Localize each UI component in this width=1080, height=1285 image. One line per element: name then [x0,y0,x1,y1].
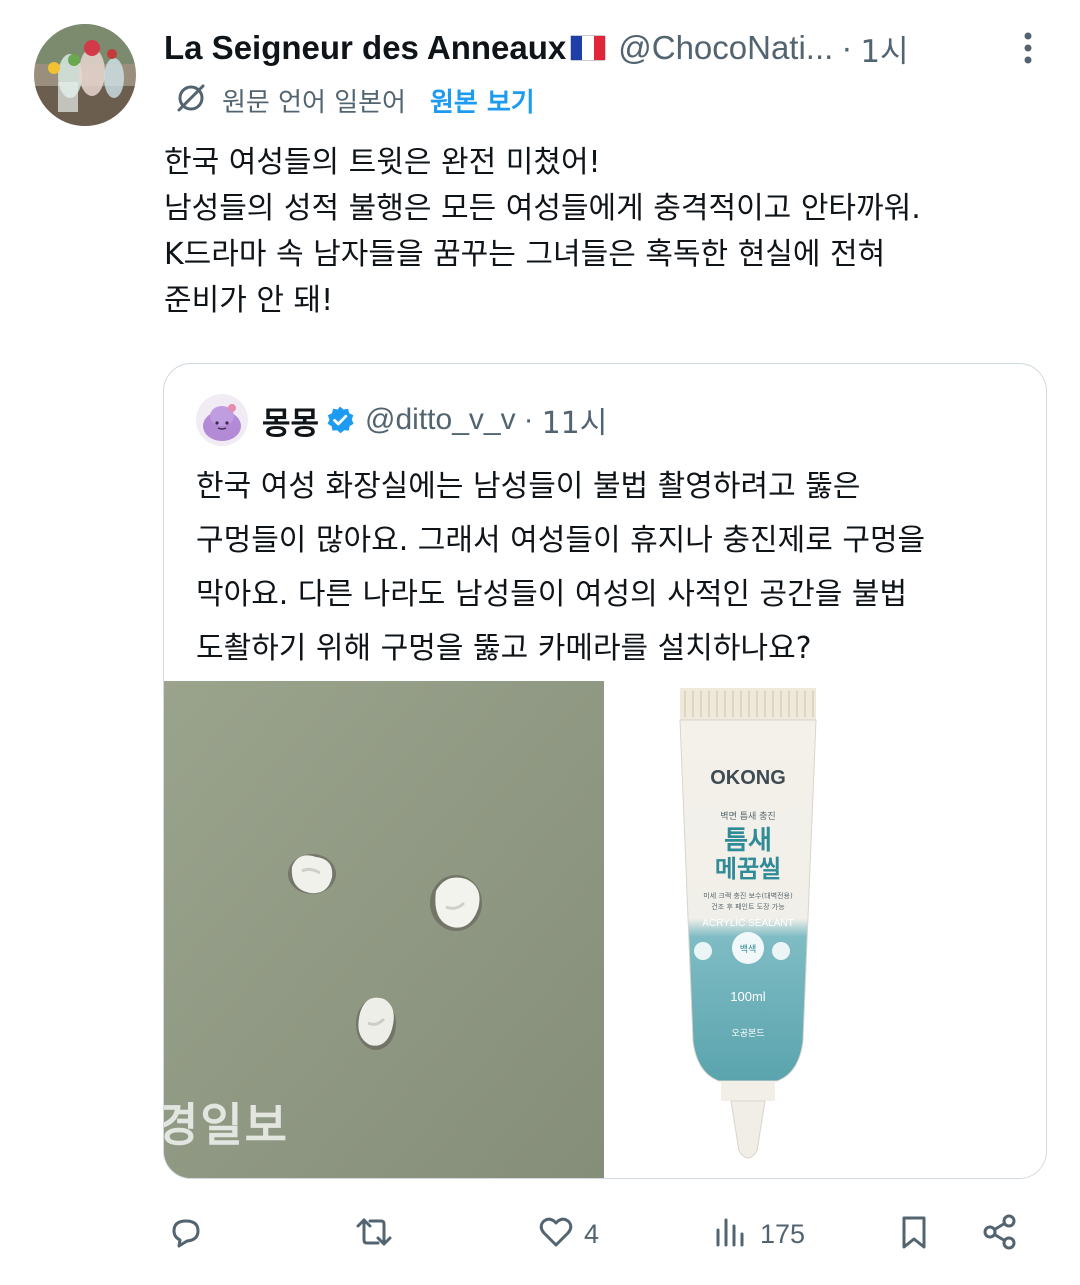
tweet-time[interactable]: 1시 [860,26,908,71]
separator-dot: · [841,29,853,66]
author-avatar[interactable] [34,24,136,126]
bookmark-icon [894,1212,934,1256]
product-volume: 100ml [730,989,766,1004]
product-maker: 오공본드 [731,1028,764,1039]
quote-header: 몽몽 @ditto_v_v · 11시 [196,392,607,448]
author-handle[interactable]: @ChocoNati... [618,29,833,67]
views-button[interactable]: 175 [712,1206,805,1262]
views-count: 175 [760,1218,806,1249]
product-color-badge: 백색 [740,944,757,955]
like-count: 4 [584,1218,600,1249]
original-language-label: 원문 언어 일본어 [222,87,406,118]
france-flag-icon [570,35,607,61]
quote-media-wall-photo[interactable]: 경일보 [164,681,604,1178]
show-original-link[interactable]: 원본 보기 [430,82,535,119]
product-title-line1: 틈새 [724,826,772,856]
share-button[interactable] [980,1206,1020,1262]
news-watermark: 경일보 [164,1098,289,1152]
retweet-button[interactable] [354,1206,402,1262]
product-small-text: 벽면 틈새 충진 [720,811,775,822]
bookmark-button[interactable] [894,1206,934,1262]
author-display-name[interactable]: La Seigneur des Anneaux [164,29,566,67]
reply-button[interactable] [166,1206,214,1262]
quote-author-display-name[interactable]: 몽몽 [262,398,319,443]
like-button[interactable]: 4 [536,1206,599,1262]
retweet-icon [354,1212,394,1256]
share-icon [980,1212,1020,1256]
reply-icon [166,1212,206,1256]
product-desc-line2: 건조 후 페인트 도장 가능 [711,902,785,911]
views-chart-icon [712,1212,752,1256]
quote-text: 한국 여성 화장실에는 남성들이 불법 촬영하려고 뚫은 구멍들이 많아요. 그… [196,469,926,666]
product-brand: OKONG [710,767,786,789]
separator-dot: · [523,403,534,436]
verified-badge-icon [325,405,355,435]
product-title-line2: 메꿈씰 [715,855,781,883]
translation-row: 원문 언어 일본어 원본 보기 [174,80,535,120]
quote-media-product-photo[interactable]: OKONG 벽면 틈새 충진 틈새 메꿈씰 미세 크랙 충진 보수(대벽전용) … [607,681,1046,1178]
tweet-text: 한국 여성들의 트윗은 완전 미쳤어! 남성들의 성적 불행은 모든 여성들에게… [164,145,921,318]
quoted-tweet[interactable]: 몽몽 @ditto_v_v · 11시 한국 여성 화장실에는 남성들이 불법 … [163,363,1047,1179]
quote-time[interactable]: 11시 [542,398,608,442]
heart-icon [536,1212,576,1256]
product-sealant-label: ACRYLIC SEALANT [702,918,794,929]
quote-author-handle[interactable]: @ditto_v_v [365,403,516,437]
tweet-header: La Seigneur des Anneaux @ChocoNati... · … [164,24,1064,72]
quote-author-avatar[interactable] [196,394,248,446]
more-dots-icon[interactable] [1014,28,1042,68]
tweet-action-bar: 4 175 [166,1206,1036,1262]
product-desc-line1: 미세 크랙 충진 보수(대벽전용) [703,891,793,900]
translate-icon [174,81,208,119]
